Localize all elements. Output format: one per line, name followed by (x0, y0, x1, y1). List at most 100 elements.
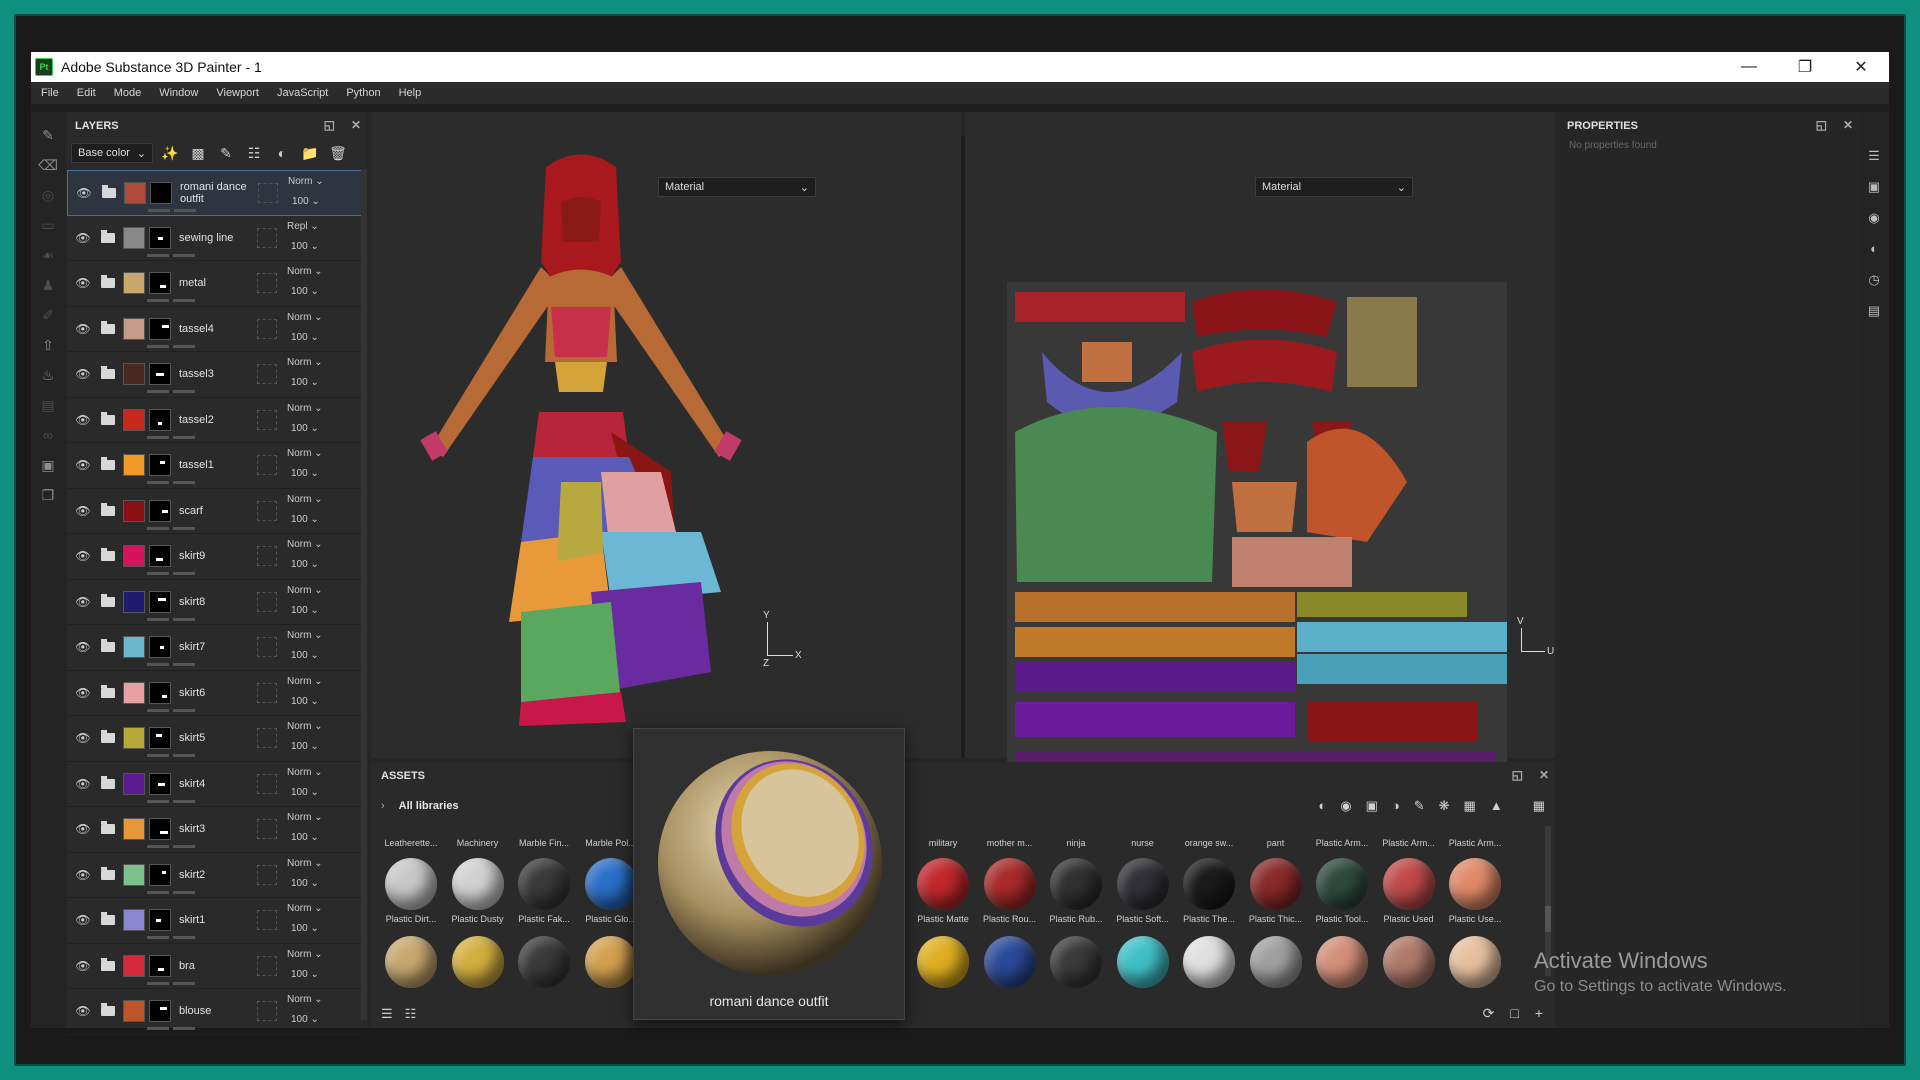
layer-mask-thumbnail[interactable] (149, 727, 171, 750)
projection-icon[interactable]: ◎ (31, 180, 65, 210)
opacity-value[interactable]: 100 ⌄ (291, 923, 319, 934)
viewport-2d[interactable]: Material ⌄ V U (965, 112, 1555, 786)
visibility-eye-icon[interactable]: 👁 (71, 731, 95, 745)
blend-slot[interactable] (257, 546, 277, 566)
close-panel-icon[interactable]: ✕ (1539, 768, 1549, 782)
bake-icon[interactable]: ♨ (31, 360, 65, 390)
menu-viewport[interactable]: Viewport (216, 87, 259, 99)
asset-tile[interactable]: Plastic Soft... (1113, 858, 1173, 924)
visibility-eye-icon[interactable]: 👁 (71, 458, 95, 472)
visibility-eye-icon[interactable]: 👁 (71, 777, 95, 791)
blend-mode[interactable]: Norm ⌄ (287, 994, 323, 1005)
asset-tile[interactable] (448, 936, 508, 988)
layer-row[interactable]: 👁 tassel1 Norm ⌄ 100 ⌄ (67, 443, 363, 489)
blend-mode[interactable]: Norm ⌄ (287, 448, 323, 459)
layer-mask-thumbnail[interactable] (149, 499, 171, 522)
asset-tile[interactable]: Plastic Thic... (1246, 858, 1306, 924)
opacity-value[interactable]: 100 ⌄ (291, 878, 319, 889)
visibility-eye-icon[interactable]: 👁 (71, 913, 95, 927)
blend-slot[interactable] (257, 819, 277, 839)
camera-settings-icon[interactable]: ▣ (31, 450, 65, 480)
asset-tile[interactable] (1246, 936, 1306, 988)
opacity-value[interactable]: 100 ⌄ (291, 605, 319, 616)
menu-mode[interactable]: Mode (114, 87, 142, 99)
menu-javascript[interactable]: JavaScript (277, 87, 328, 99)
channel-select[interactable]: Base color ⌄ (71, 143, 153, 163)
layer-mask-thumbnail[interactable] (150, 181, 172, 204)
blend-slot[interactable] (257, 455, 277, 475)
visibility-eye-icon[interactable]: 👁 (71, 549, 95, 563)
blend-mode[interactable]: Norm ⌄ (287, 858, 323, 869)
asset-tile[interactable] (514, 936, 574, 988)
asset-tile[interactable]: Plastic The... (1179, 858, 1239, 924)
blend-mode[interactable]: Norm ⌄ (287, 949, 323, 960)
blend-slot[interactable] (257, 728, 277, 748)
filter-materials-icon[interactable]: ◐ (1318, 798, 1326, 814)
float-panel-icon[interactable]: ◱ (324, 118, 335, 132)
asset-tile[interactable]: pant (1246, 834, 1306, 848)
blend-mode[interactable]: Norm ⌄ (287, 585, 323, 596)
layer-row[interactable]: 👁 metal Norm ⌄ 100 ⌄ (67, 261, 363, 307)
layer-mask-thumbnail[interactable] (149, 1000, 171, 1023)
menu-python[interactable]: Python (346, 87, 380, 99)
layer-mask-thumbnail[interactable] (149, 818, 171, 841)
shader-settings-icon[interactable]: ◐ (1859, 233, 1889, 264)
opacity-value[interactable]: 100 ⌄ (291, 787, 319, 798)
layer-row[interactable]: 👁 skirt8 Norm ⌄ 100 ⌄ (67, 580, 363, 625)
menu-help[interactable]: Help (399, 87, 422, 99)
layer-mask-thumbnail[interactable] (149, 363, 171, 386)
layer-row[interactable]: 👁 bra Norm ⌄ 100 ⌄ (67, 944, 363, 989)
blend-slot[interactable] (257, 864, 277, 885)
layer-mask-thumbnail[interactable] (149, 454, 171, 477)
blend-slot[interactable] (257, 637, 277, 657)
menu-window[interactable]: Window (159, 87, 198, 99)
visibility-eye-icon[interactable]: 👁 (71, 686, 95, 700)
blend-slot[interactable] (257, 500, 277, 521)
visibility-eye-icon[interactable]: 👁 (71, 276, 95, 290)
opacity-value[interactable]: 100 ⌄ (291, 514, 319, 525)
asset-tile[interactable]: Leatherette... (381, 834, 441, 848)
blend-slot[interactable] (258, 183, 278, 203)
visibility-eye-icon[interactable]: 👁 (71, 1004, 95, 1018)
add-effect-icon[interactable]: ✨ (159, 142, 181, 164)
layer-row[interactable]: 👁 tassel2 Norm ⌄ 100 ⌄ (67, 398, 363, 443)
opacity-value[interactable]: 100 ⌄ (292, 196, 320, 207)
asset-tile[interactable]: Plastic Tool... (1312, 858, 1372, 924)
asset-tile[interactable]: mother m... (980, 834, 1040, 848)
add-paint-layer-icon[interactable]: ✎ (215, 142, 237, 164)
blend-mode[interactable]: Norm ⌄ (287, 767, 323, 778)
visibility-eye-icon[interactable]: 👁 (71, 640, 95, 654)
opacity-value[interactable]: 100 ⌄ (291, 650, 319, 661)
blend-mode[interactable]: Norm ⌄ (287, 539, 323, 550)
asset-tile[interactable]: Plastic Rub... (1046, 858, 1106, 924)
color-picker-icon[interactable]: ✐ (31, 300, 65, 330)
blend-mode[interactable]: Norm ⌄ (287, 357, 323, 368)
chevron-right-icon[interactable]: › (381, 800, 385, 812)
display-settings-icon[interactable]: ◉ (1859, 202, 1889, 233)
restore-icon[interactable]: ❐ (1777, 52, 1833, 82)
layer-row[interactable]: 👁 blouse Norm ⌄ 100 ⌄ (67, 989, 363, 1035)
blend-slot[interactable] (257, 1001, 277, 1021)
asset-tile[interactable]: Plastic Matte (913, 858, 973, 924)
layer-mask-thumbnail[interactable] (149, 317, 171, 340)
opacity-value[interactable]: 100 ⌄ (291, 696, 319, 707)
blend-mode[interactable]: Norm ⌄ (288, 176, 324, 187)
float-panel-icon[interactable]: ◱ (1816, 118, 1827, 132)
visibility-eye-icon[interactable]: 👁 (71, 413, 95, 427)
menu-edit[interactable]: Edit (77, 87, 96, 99)
layer-row[interactable]: 👁 skirt6 Norm ⌄ 100 ⌄ (67, 671, 363, 716)
asset-tile[interactable] (980, 936, 1040, 988)
texture-set-list-icon[interactable]: ☰ (1859, 140, 1889, 171)
asset-tile[interactable]: Plastic Dusty (448, 858, 508, 924)
asset-tile[interactable]: military (913, 834, 973, 848)
asset-tile[interactable]: ninja (1046, 834, 1106, 848)
delete-layer-icon[interactable]: 🗑 (327, 142, 349, 164)
opacity-value[interactable]: 100 ⌄ (291, 332, 319, 343)
blend-mode[interactable]: Norm ⌄ (287, 630, 323, 641)
visibility-eye-icon[interactable]: 👁 (71, 504, 95, 518)
add-folder-icon[interactable]: 📁 (299, 142, 321, 164)
close-panel-icon[interactable]: ✕ (351, 118, 361, 132)
opacity-value[interactable]: 100 ⌄ (291, 241, 319, 252)
visibility-eye-icon[interactable]: 👁 (71, 231, 95, 245)
layer-mask-thumbnail[interactable] (149, 681, 171, 704)
